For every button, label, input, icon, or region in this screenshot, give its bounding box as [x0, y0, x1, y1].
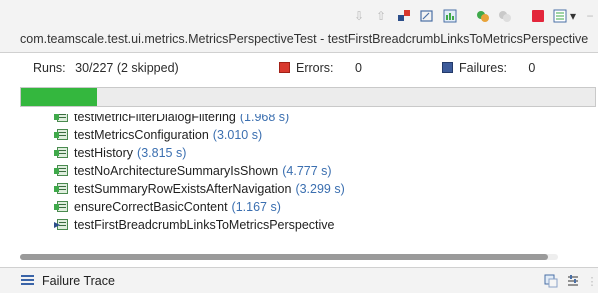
filter-stack-icon[interactable] [566, 274, 580, 288]
failure-trace-label: Failure Trace [42, 274, 115, 288]
test-progress-fill [21, 88, 97, 106]
rerun-test-icon[interactable] [476, 9, 490, 23]
errors-value: 0 [354, 61, 362, 75]
test-duration: (4.777 s) [282, 164, 332, 178]
previous-failure-icon[interactable]: ⇧ [374, 9, 388, 23]
errors-label: Errors: [296, 61, 334, 75]
test-progress-bar [20, 87, 596, 107]
test-name: testMetricFilterDialogFiltering [74, 114, 236, 124]
test-passed-icon [54, 164, 70, 178]
minimize-icon[interactable]: − [586, 9, 594, 23]
test-running-icon [54, 218, 70, 232]
test-name: testMetricsConfiguration [74, 128, 209, 142]
test-name: testFirstBreadcrumbLinksToMetricsPerspec… [74, 218, 335, 232]
test-run-stats: Runs: 30/227 (2 skipped) Errors: 0 Failu… [0, 56, 598, 80]
test-run-title-bar: com.teamscale.test.ui.metrics.MetricsPer… [0, 30, 598, 52]
scroll-lock-icon[interactable] [420, 9, 434, 23]
test-duration: (1.968 s) [239, 114, 290, 124]
scrollbar-thumb[interactable] [20, 254, 548, 260]
test-name: testSummaryRowExistsAfterNavigation [74, 182, 292, 196]
test-row[interactable]: testFirstBreadcrumbLinksToMetricsPerspec… [54, 216, 335, 234]
test-run-title: com.teamscale.test.ui.metrics.MetricsPer… [20, 32, 589, 46]
test-row[interactable]: testMetricsConfiguration (3.010 s) [54, 126, 262, 144]
failure-icon [442, 62, 453, 73]
test-row[interactable]: testSummaryRowExistsAfterNavigation (3.29… [54, 180, 345, 198]
failure-trace-icon [21, 275, 34, 286]
test-runner-toolbar: ⇩ ⇧ ▾ − [0, 0, 598, 30]
test-history-icon[interactable] [553, 9, 567, 23]
compare-result-icon[interactable] [544, 274, 558, 288]
test-passed-icon [54, 128, 70, 142]
failures-label: Failures: [459, 61, 507, 75]
runs-stat: Runs: 30/227 (2 skipped) [33, 61, 179, 75]
failure-trace-header: Failure Trace ⋮ [0, 268, 598, 293]
test-passed-icon [54, 182, 70, 196]
test-name: testHistory [74, 146, 134, 160]
test-name: testNoArchitectureSummaryIsShown [74, 164, 279, 178]
runs-value: 30/227 (2 skipped) [75, 61, 179, 75]
test-duration: (3.299 s) [295, 182, 345, 196]
test-passed-icon [54, 114, 70, 124]
next-failure-icon[interactable]: ⇩ [352, 9, 366, 23]
divider [0, 52, 598, 53]
test-row[interactable]: testHistory (3.815 s) [54, 144, 186, 162]
view-menu-icon[interactable]: ▾ [569, 9, 577, 23]
test-row[interactable]: ensureCorrectBasicContent (1.167 s) [54, 198, 281, 216]
test-duration: (3.815 s) [137, 146, 187, 160]
test-row[interactable]: testNoArchitectureSummaryIsShown (4.777 s… [54, 162, 332, 180]
more-icon[interactable]: ⋮ [587, 274, 598, 288]
failures-value: 0 [528, 61, 536, 75]
show-skipped-icon[interactable] [443, 9, 457, 23]
test-row[interactable]: testMetricFilterDialogFiltering (1.968 s) [54, 114, 289, 126]
test-duration: (3.010 s) [212, 128, 263, 142]
show-failures-only-icon[interactable] [397, 9, 411, 23]
errors-stat: Errors: 0 [279, 61, 362, 75]
test-passed-icon [54, 200, 70, 214]
test-name: ensureCorrectBasicContent [74, 200, 228, 214]
test-tree: testMetricFilterDialogFiltering (1.968 s)… [0, 114, 598, 254]
error-icon [279, 62, 290, 73]
stop-icon[interactable] [531, 9, 545, 23]
test-duration: (1.167 s) [231, 200, 281, 214]
rerun-failed-first-icon[interactable] [498, 9, 512, 23]
runs-label: Runs: [33, 61, 66, 75]
horizontal-scrollbar[interactable] [20, 254, 558, 260]
failures-stat: Failures: 0 [442, 61, 535, 75]
test-passed-icon [54, 146, 70, 160]
